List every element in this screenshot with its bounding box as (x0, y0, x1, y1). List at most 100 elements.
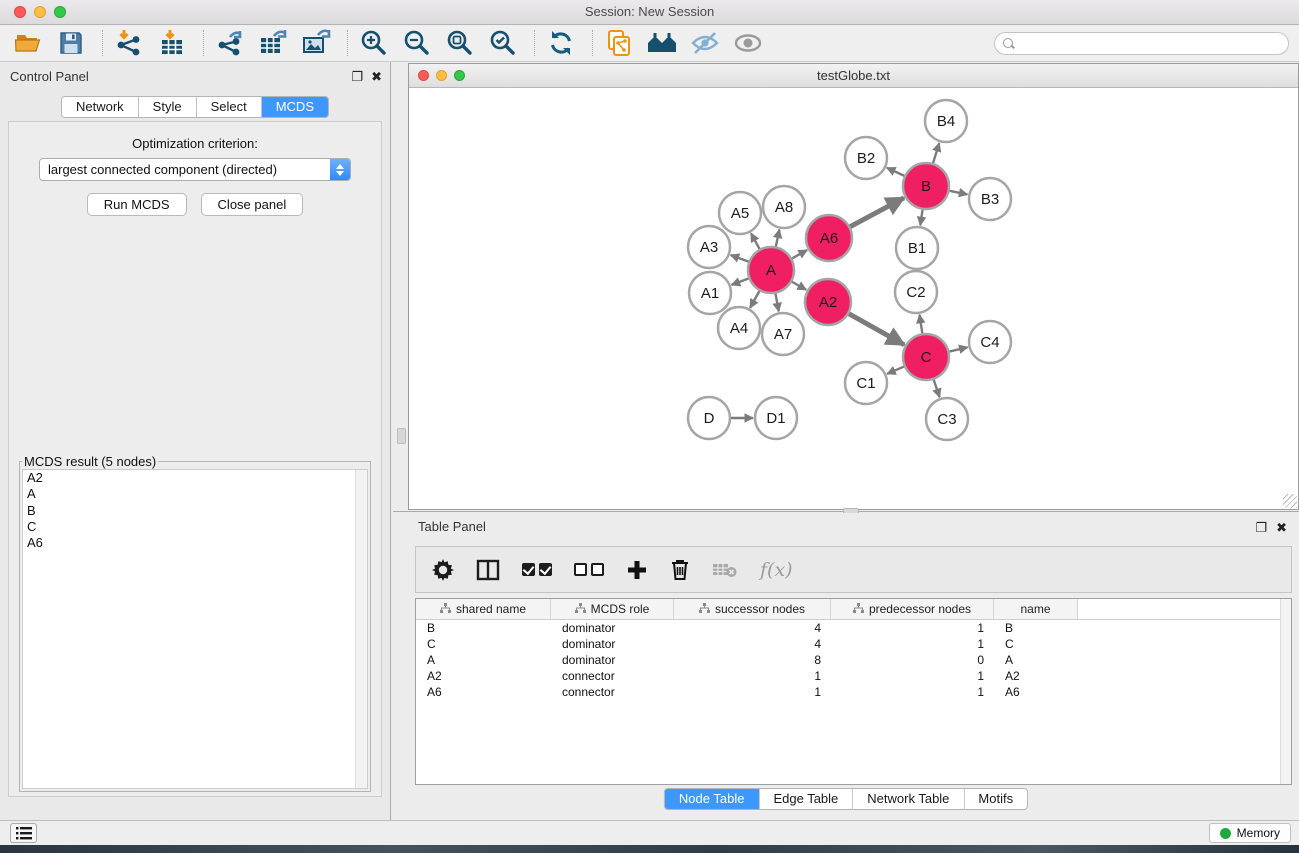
refresh-icon[interactable] (545, 28, 577, 58)
table-row[interactable]: Bdominator41B (416, 620, 1291, 636)
function-builder-icon[interactable]: f(x) (760, 559, 793, 581)
search-input[interactable] (1019, 34, 1288, 53)
node-B1[interactable]: B1 (896, 227, 938, 269)
node-C3[interactable]: C3 (926, 398, 968, 440)
edge-B-B1[interactable] (920, 210, 922, 225)
network-minimize-icon[interactable] (436, 70, 447, 81)
vertical-split-handle[interactable] (397, 428, 406, 444)
edge-A-A2[interactable] (792, 282, 806, 290)
float-panel-icon[interactable]: ❐ (351, 62, 363, 92)
node-A8[interactable]: A8 (763, 186, 805, 228)
deselect-all-icon[interactable] (574, 563, 604, 576)
edge-A2-C[interactable] (849, 314, 904, 345)
edge-A-A5[interactable] (751, 233, 760, 249)
tab-style[interactable]: Style (139, 97, 197, 117)
table-tab-motifs[interactable]: Motifs (964, 789, 1027, 809)
node-A5[interactable]: A5 (719, 192, 761, 234)
node-C1[interactable]: C1 (845, 362, 887, 404)
export-table-icon[interactable] (257, 28, 289, 58)
import-network-icon[interactable] (113, 28, 145, 58)
column-header-mcds-role[interactable]: MCDS role (551, 599, 674, 619)
maximize-window-icon[interactable] (54, 6, 66, 18)
close-window-icon[interactable] (14, 6, 26, 18)
node-C4[interactable]: C4 (969, 321, 1011, 363)
search-box[interactable] (994, 32, 1289, 55)
table-settings-icon[interactable] (432, 559, 454, 581)
node-B3[interactable]: B3 (969, 178, 1011, 220)
node-A7[interactable]: A7 (762, 313, 804, 355)
import-table-icon[interactable] (156, 28, 188, 58)
edge-B-B2[interactable] (887, 168, 904, 176)
edge-A-A6[interactable] (792, 250, 807, 258)
delete-table-icon[interactable] (712, 561, 738, 579)
select-all-icon[interactable] (522, 563, 552, 576)
export-image-icon[interactable] (300, 28, 332, 58)
mcds-result-item[interactable]: A (23, 486, 367, 502)
table-row[interactable]: A2connector11A2 (416, 668, 1291, 684)
minimize-window-icon[interactable] (34, 6, 46, 18)
edge-C-C2[interactable] (919, 315, 922, 334)
column-header-shared-name[interactable]: shared name (416, 599, 551, 619)
table-row[interactable]: Cdominator41C (416, 636, 1291, 652)
table-tab-network-table[interactable]: Network Table (853, 789, 964, 809)
edge-C-C3[interactable] (934, 380, 940, 397)
close-table-panel-icon[interactable]: ✖ (1276, 513, 1287, 543)
resize-grip-icon[interactable] (1283, 494, 1297, 508)
node-D[interactable]: D (688, 397, 730, 439)
node-A4[interactable]: A4 (718, 307, 760, 349)
network-canvas[interactable]: B4B2BB3A8A5A6A3B1AA1C2A2A4A7C4CC1C3DD1 (409, 89, 1298, 509)
export-network-icon[interactable] (214, 28, 246, 58)
new-network-from-selection-icon[interactable] (603, 28, 635, 58)
tab-mcds[interactable]: MCDS (262, 97, 328, 117)
show-details-icon[interactable] (732, 28, 764, 58)
close-panel-button[interactable]: Close panel (201, 193, 304, 216)
mcds-result-item[interactable]: B (23, 503, 367, 519)
edge-A-A8[interactable] (776, 230, 780, 247)
node-A6[interactable]: A6 (806, 215, 852, 261)
table-tab-node-table[interactable]: Node Table (665, 789, 760, 809)
mcds-result-item[interactable]: A2 (23, 470, 367, 486)
edge-A-A7[interactable] (775, 294, 778, 312)
node-A2[interactable]: A2 (805, 279, 851, 325)
memory-button[interactable]: Memory (1209, 823, 1291, 843)
open-file-icon[interactable] (12, 28, 44, 58)
run-mcds-button[interactable]: Run MCDS (87, 193, 187, 216)
node-B2[interactable]: B2 (845, 137, 887, 179)
edge-A-A4[interactable] (750, 291, 759, 308)
mcds-result-list[interactable]: A2ABCA6 (22, 469, 368, 789)
scrollbar-track[interactable] (355, 470, 367, 788)
float-table-panel-icon[interactable]: ❐ (1255, 513, 1267, 543)
network-close-icon[interactable] (418, 70, 429, 81)
close-panel-icon[interactable]: ✖ (371, 62, 382, 92)
edge-C-C1[interactable] (887, 367, 904, 374)
edge-A6-B[interactable] (850, 198, 904, 227)
table-scrollbar-track[interactable] (1280, 599, 1291, 784)
node-A1[interactable]: A1 (689, 272, 731, 314)
save-session-icon[interactable] (55, 28, 87, 58)
table-row[interactable]: A6connector11A6 (416, 684, 1291, 700)
edge-B-B3[interactable] (950, 191, 968, 195)
zoom-in-icon[interactable] (358, 28, 390, 58)
edge-B-B4[interactable] (933, 143, 939, 163)
column-header-name[interactable]: name (994, 599, 1078, 619)
add-column-icon[interactable] (626, 559, 648, 581)
delete-column-icon[interactable] (670, 559, 690, 581)
task-history-button[interactable] (10, 823, 37, 843)
table-tab-edge-table[interactable]: Edge Table (759, 789, 853, 809)
column-header-predecessor-nodes[interactable]: predecessor nodes (831, 599, 994, 619)
network-maximize-icon[interactable] (454, 70, 465, 81)
edge-C-C4[interactable] (949, 347, 967, 351)
edge-A-A3[interactable] (731, 255, 749, 262)
zoom-selected-icon[interactable] (487, 28, 519, 58)
node-A3[interactable]: A3 (688, 226, 730, 268)
zoom-out-icon[interactable] (401, 28, 433, 58)
criterion-select[interactable]: largest connected component (directed) (39, 158, 351, 181)
node-B4[interactable]: B4 (925, 100, 967, 142)
hide-details-icon[interactable] (689, 28, 721, 58)
node-D1[interactable]: D1 (755, 397, 797, 439)
column-header-successor-nodes[interactable]: successor nodes (674, 599, 831, 619)
node-B[interactable]: B (903, 163, 949, 209)
edge-A-A1[interactable] (732, 278, 749, 284)
node-C2[interactable]: C2 (895, 271, 937, 313)
table-row[interactable]: Adominator80A (416, 652, 1291, 668)
